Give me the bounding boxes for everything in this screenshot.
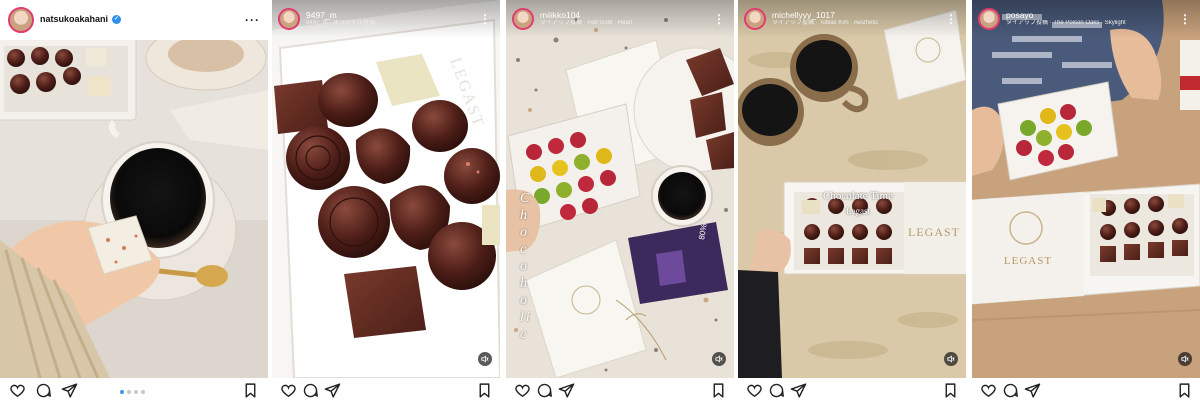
comment-icon[interactable] — [35, 382, 52, 399]
post-actions — [506, 378, 734, 404]
post-header: 9497_m 9497_m · オリジナル音源 ⋮ — [272, 0, 500, 38]
heart-icon[interactable] — [980, 382, 997, 399]
post-header: natsukoakahani ✓ ··· — [0, 0, 268, 40]
mute-icon[interactable] — [478, 352, 492, 366]
box-brand-text: LEGAST — [908, 225, 960, 239]
overlay-caption: Chocoholic — [520, 191, 532, 342]
avatar[interactable] — [512, 8, 534, 30]
post-header: michellyyy_1017 タイアップ投稿 · Tobias Kim · A… — [738, 0, 966, 38]
heart-icon[interactable] — [280, 382, 297, 399]
share-icon[interactable] — [324, 382, 341, 399]
post-actions — [972, 378, 1200, 404]
post-actions — [738, 378, 966, 404]
heart-icon[interactable] — [746, 382, 763, 399]
post-header: miiikko104 タイアップ投稿 · Half Gold · Heart ⋮ — [506, 0, 734, 38]
mute-icon[interactable] — [1178, 352, 1192, 366]
carousel-dot[interactable] — [134, 390, 138, 394]
overlay-brand: Legast — [846, 206, 870, 216]
overlay-title: Chocolate Time — [823, 190, 893, 202]
username[interactable]: posayo — [1006, 10, 1126, 20]
carousel-dot[interactable] — [120, 390, 124, 394]
share-icon[interactable] — [558, 382, 575, 399]
avatar[interactable] — [8, 7, 34, 33]
bookmark-icon[interactable] — [942, 382, 959, 399]
share-icon[interactable] — [1024, 382, 1041, 399]
carousel-dots — [120, 390, 145, 394]
post-photo[interactable]: 80% — [506, 0, 734, 379]
comment-icon[interactable] — [768, 382, 785, 399]
avatar[interactable] — [278, 8, 300, 30]
post-photo[interactable]: LEGAST — [738, 0, 966, 378]
carousel-dot[interactable] — [141, 390, 145, 394]
heart-icon[interactable] — [514, 382, 531, 399]
username[interactable]: michellyyy_1017 — [772, 10, 878, 20]
post-photo[interactable]: LEGAST — [972, 0, 1200, 378]
post-3: 80% miiikko104 タイアップ投稿 · Half Gold · Hea… — [506, 0, 734, 406]
audio-subtitle[interactable]: タイアップ投稿 · The Poison Oaks · Skylight — [1006, 20, 1126, 27]
more-icon[interactable]: ··· — [245, 13, 260, 27]
post-5: LEGAST posayo タイアップ投稿 · The Poison Oaks … — [972, 0, 1200, 406]
avatar[interactable] — [978, 8, 1000, 30]
more-icon[interactable]: ⋮ — [1179, 12, 1192, 26]
post-photo[interactable] — [0, 25, 268, 379]
comment-icon[interactable] — [536, 382, 553, 399]
more-icon[interactable]: ⋮ — [713, 12, 726, 26]
audio-subtitle[interactable]: タイアップ投稿 · Half Gold · Heart — [540, 20, 632, 27]
username[interactable]: 9497_m — [306, 10, 375, 20]
mute-icon[interactable] — [712, 352, 726, 366]
bookmark-icon[interactable] — [710, 382, 727, 399]
more-icon[interactable]: ⋮ — [945, 12, 958, 26]
mute-icon[interactable] — [944, 352, 958, 366]
post-header: posayo タイアップ投稿 · The Poison Oaks · Skyli… — [972, 0, 1200, 38]
share-icon[interactable] — [61, 382, 78, 399]
verified-icon: ✓ — [112, 15, 122, 25]
share-icon[interactable] — [790, 382, 807, 399]
post-actions — [272, 378, 500, 404]
post-1: natsukoakahani ✓ ··· — [0, 0, 268, 406]
comment-icon[interactable] — [302, 382, 319, 399]
heart-icon[interactable] — [9, 382, 26, 399]
box-brand-text: LEGAST — [1004, 255, 1052, 267]
audio-subtitle[interactable]: 9497_m · オリジナル音源 — [306, 20, 375, 27]
post-2: LEGAST 9497_m 9497_m · オリジナル音源 ⋮ — [272, 0, 500, 406]
avatar[interactable] — [744, 8, 766, 30]
bookmark-icon[interactable] — [1176, 382, 1193, 399]
username[interactable]: natsukoakahani — [40, 14, 108, 24]
audio-subtitle[interactable]: タイアップ投稿 · Tobias Kim · Aesthetic — [772, 20, 878, 27]
comment-icon[interactable] — [1002, 382, 1019, 399]
post-actions — [0, 378, 268, 404]
more-icon[interactable]: ⋮ — [479, 12, 492, 26]
carousel-dot[interactable] — [127, 390, 131, 394]
bookmark-icon[interactable] — [242, 382, 259, 399]
post-photo[interactable]: LEGAST — [272, 0, 500, 379]
username[interactable]: miiikko104 — [540, 10, 632, 20]
bookmark-icon[interactable] — [476, 382, 493, 399]
post-4: LEGAST Chocolate Time Legast michellyyy_… — [738, 0, 966, 406]
